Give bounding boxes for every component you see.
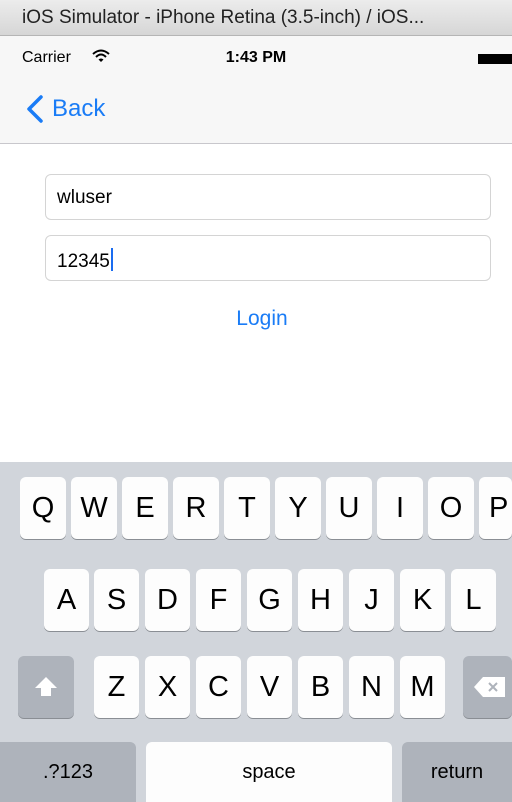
key-f[interactable]: F [196,569,241,631]
key-k[interactable]: K [400,569,445,631]
key-h[interactable]: H [298,569,343,631]
key-j[interactable]: J [349,569,394,631]
key-o[interactable]: O [428,477,474,539]
key-m[interactable]: M [400,656,445,718]
window-title-bar: iOS Simulator - iPhone Retina (3.5-inch)… [0,0,512,36]
window-title: iOS Simulator - iPhone Retina (3.5-inch)… [22,7,425,28]
battery-icon [478,54,512,64]
key-x[interactable]: X [145,656,190,718]
key-t[interactable]: T [224,477,270,539]
login-button[interactable]: Login [0,307,512,331]
key-r[interactable]: R [173,477,219,539]
delete-key[interactable] [463,656,512,718]
key-p[interactable]: P [479,477,512,539]
keyboard: Q W E R T Y U I O P A S D F G H J K L Z … [0,462,512,802]
password-value: 12345 [57,251,110,272]
back-button[interactable]: Back [26,92,105,126]
key-g[interactable]: G [247,569,292,631]
key-n[interactable]: N [349,656,394,718]
username-value: wluser [57,187,112,208]
key-w[interactable]: W [71,477,117,539]
key-e[interactable]: E [122,477,168,539]
shift-arrow-icon [35,677,57,696]
key-v[interactable]: V [247,656,292,718]
text-cursor [110,248,113,271]
key-l[interactable]: L [451,569,496,631]
status-time: 1:43 PM [225,49,287,66]
key-i[interactable]: I [377,477,423,539]
chevron-left-icon [27,95,43,123]
key-u[interactable]: U [326,477,372,539]
back-label: Back [52,95,106,122]
shift-key[interactable] [18,656,74,718]
key-b[interactable]: B [298,656,343,718]
key-q[interactable]: Q [20,477,66,539]
key-d[interactable]: D [145,569,190,631]
username-field[interactable]: wluser [45,174,491,220]
status-bar: Carrier 1:43 PM [0,36,512,76]
key-z[interactable]: Z [94,656,139,718]
delete-backspace-icon [474,677,505,697]
key-y[interactable]: Y [275,477,321,539]
key-c[interactable]: C [196,656,241,718]
numbers-key[interactable]: .?123 [0,742,136,802]
password-field[interactable]: 12345 [45,235,491,281]
key-a[interactable]: A [44,569,89,631]
space-key[interactable]: space [146,742,392,802]
return-key[interactable]: return [402,742,512,802]
login-form: wluser 12345 Login [0,144,512,462]
key-s[interactable]: S [94,569,139,631]
navigation-bar: Back [0,76,512,144]
